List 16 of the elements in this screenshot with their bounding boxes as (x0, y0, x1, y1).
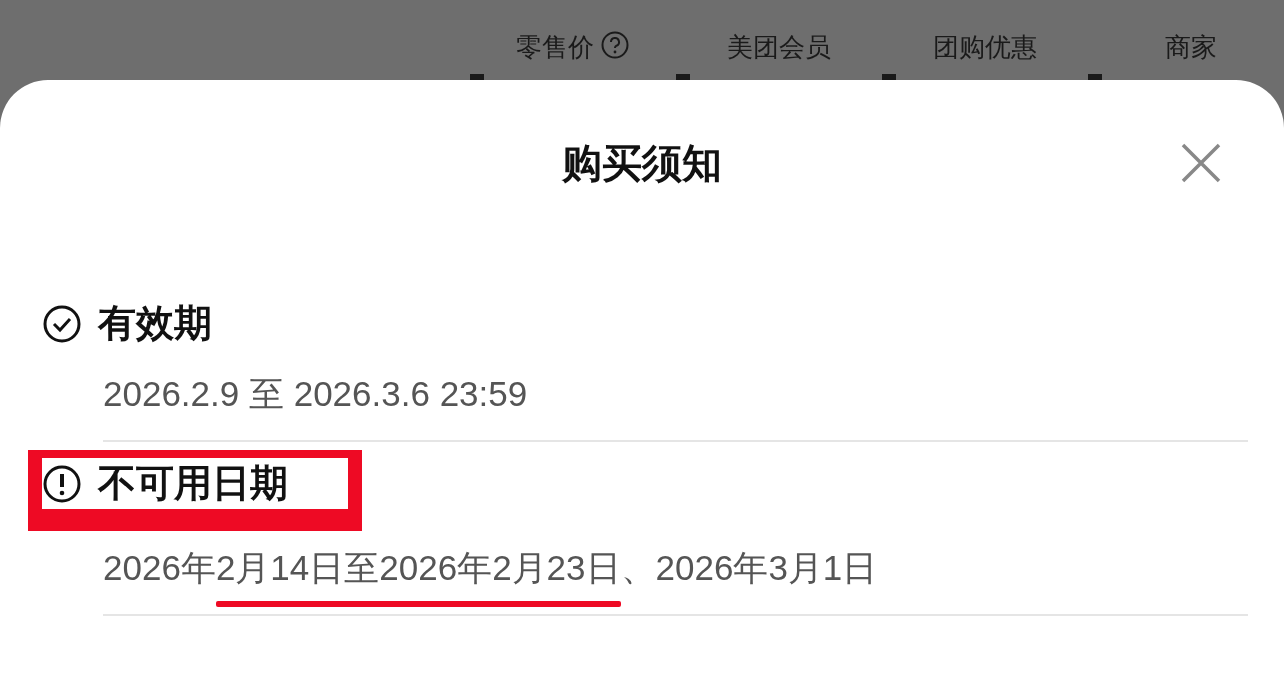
price-tab[interactable]: 美团会员 (676, 30, 882, 82)
price-tab[interactable]: 团购优惠 (882, 30, 1088, 82)
tab-marker (882, 74, 896, 80)
section-title: 有效期 (98, 300, 212, 347)
tab-marker (676, 74, 690, 80)
date-text: 2026年2月14日至2026年2月23日、2026年3月1日 (103, 531, 1248, 616)
price-tab[interactable]: 零售价 (470, 30, 676, 82)
close-icon[interactable] (1180, 142, 1222, 184)
sheet-title: 购买须知 (561, 139, 723, 188)
section-title: 不可用日期 (98, 460, 288, 507)
tab-marker (470, 74, 484, 80)
price-tab[interactable]: 商家 (1088, 30, 1284, 82)
exclamation-circle-icon (42, 463, 82, 504)
tab-marker (1088, 74, 1102, 80)
date-text: 2026.2.9 至 2026.3.6 23:59 (103, 357, 1248, 442)
check-circle-icon (42, 303, 82, 344)
